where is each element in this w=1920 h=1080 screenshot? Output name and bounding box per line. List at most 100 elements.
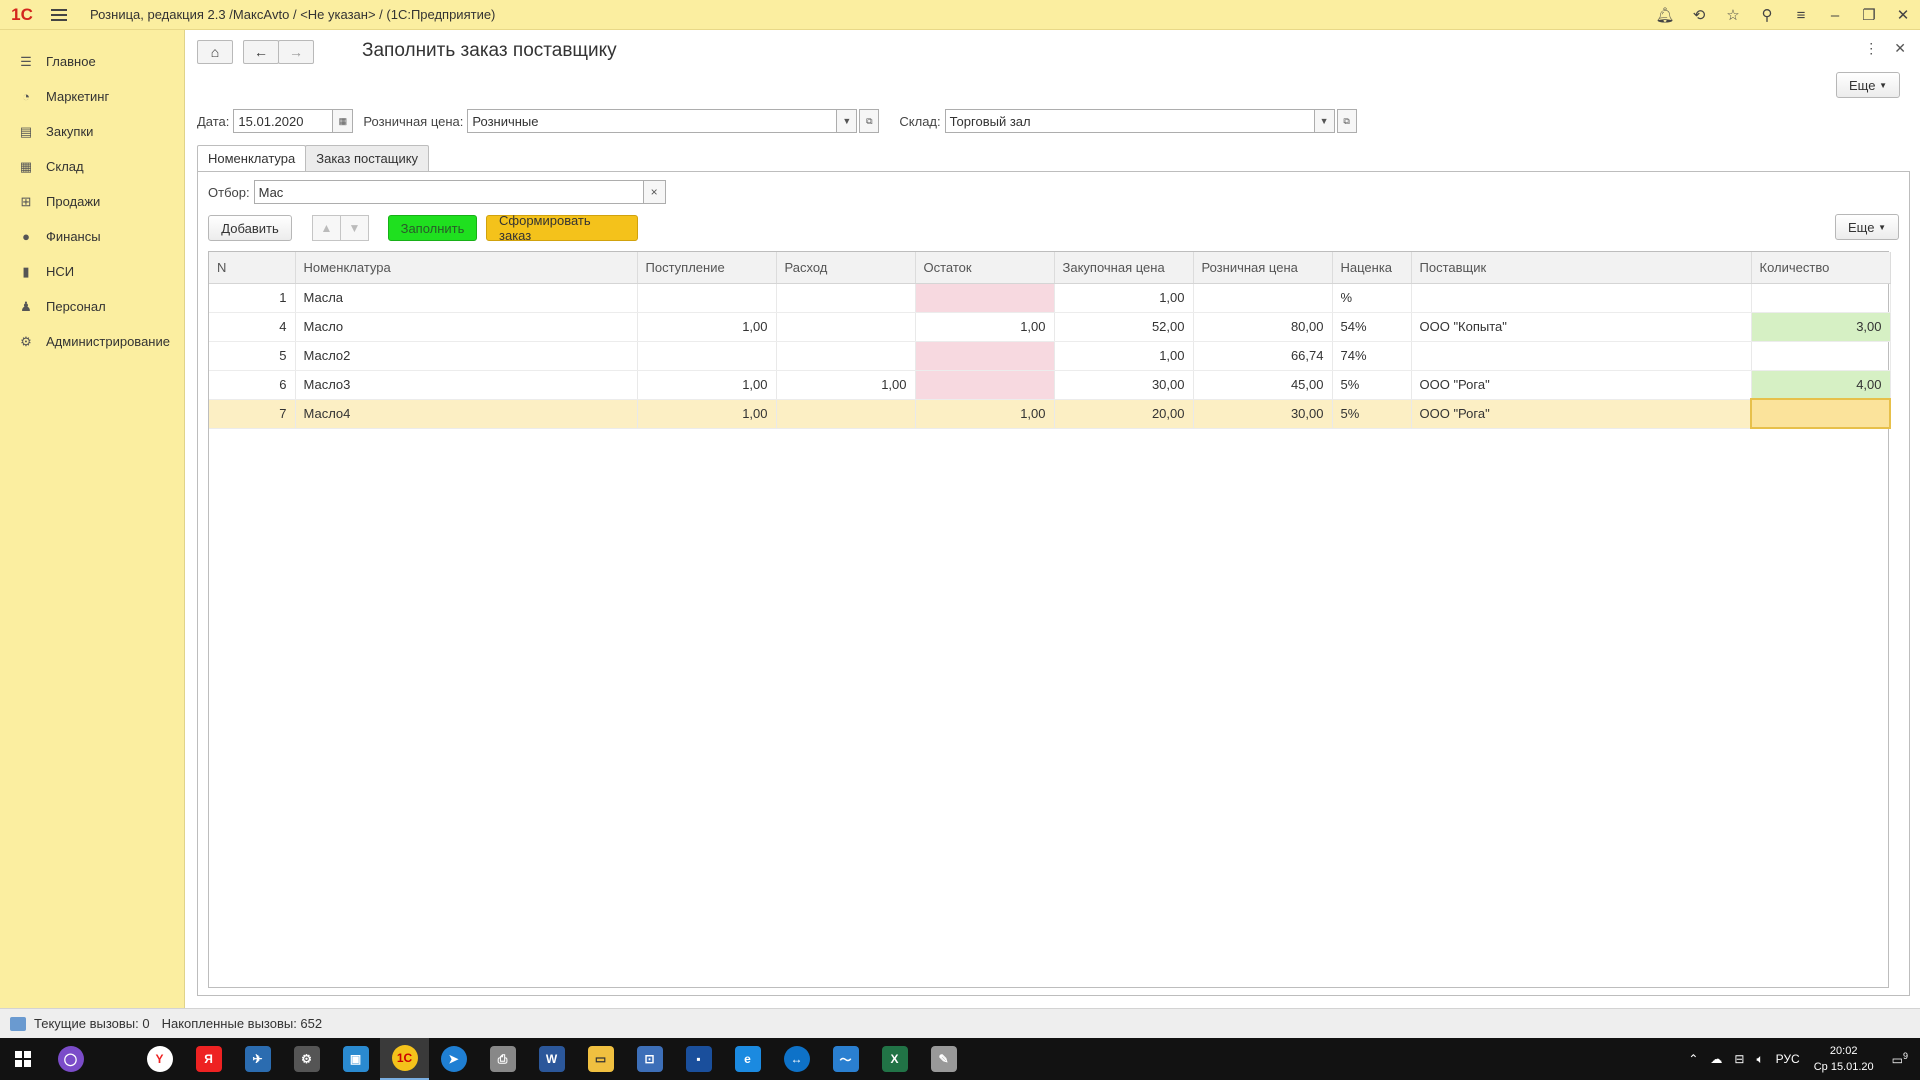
cell-n[interactable]: 7 xyxy=(209,399,296,429)
table-row[interactable]: 6 Масло3 1,00 1,00 30,00 45,00 5% ООО "Р… xyxy=(209,370,1891,400)
cell-out[interactable] xyxy=(776,283,916,313)
cell-rest[interactable] xyxy=(915,370,1055,400)
retail-price-field[interactable]: Розничные xyxy=(467,109,838,133)
taskbar-app[interactable]: ◯ xyxy=(46,1038,95,1080)
back-button[interactable]: ← xyxy=(243,40,279,64)
taskbar-app[interactable]: Я xyxy=(184,1038,233,1080)
sidebar-item-admin[interactable]: ⚙ Администрирование xyxy=(0,324,184,359)
cell-buy-price[interactable]: 30,00 xyxy=(1054,370,1194,400)
taskbar-app[interactable]: Y xyxy=(135,1038,184,1080)
column-header[interactable]: Розничная цена xyxy=(1193,252,1333,284)
notifications-button[interactable]: ▭9 xyxy=(1892,1051,1908,1067)
cell-buy-price[interactable]: 52,00 xyxy=(1054,312,1194,342)
cell-rest[interactable] xyxy=(915,283,1055,313)
table-row-selected[interactable]: 7 Масло4 1,00 1,00 20,00 30,00 5% ООО "Р… xyxy=(209,398,1891,429)
chevron-up-icon[interactable]: ⌃ xyxy=(1688,1052,1698,1066)
form-more-button[interactable]: Еще ▼ xyxy=(1836,72,1900,98)
cell-retail-price[interactable]: 30,00 xyxy=(1193,399,1333,429)
sidebar-item-warehouse[interactable]: ▦ Склад xyxy=(0,149,184,184)
cell-name[interactable]: Масло2 xyxy=(295,341,638,371)
network-icon[interactable]: ⊟ xyxy=(1734,1052,1744,1066)
sidebar-item-nsi[interactable]: ▮ НСИ xyxy=(0,254,184,289)
minimize-icon[interactable]: – xyxy=(1818,0,1852,30)
cell-out[interactable] xyxy=(776,312,916,342)
taskbar-app[interactable]: ▪ xyxy=(674,1038,723,1080)
sidebar-item-main[interactable]: ☰ Главное xyxy=(0,44,184,79)
retail-price-open[interactable]: ⧉ xyxy=(859,109,880,133)
retail-price-dropdown[interactable]: ▼ xyxy=(837,109,858,133)
cell-name[interactable]: Масло4 xyxy=(295,399,638,429)
column-header[interactable]: Наценка xyxy=(1332,252,1412,284)
calendar-button[interactable]: ▦ xyxy=(333,109,354,133)
cell-name[interactable]: Масло3 xyxy=(295,370,638,400)
filter-input[interactable]: Мас xyxy=(253,180,644,204)
cell-in[interactable]: 1,00 xyxy=(637,399,777,429)
bell-icon[interactable]: 🔔︎ xyxy=(1648,0,1682,30)
cell-in[interactable]: 1,00 xyxy=(637,370,777,400)
filter-clear-button[interactable]: × xyxy=(643,180,666,204)
star-icon[interactable]: ☆ xyxy=(1716,0,1750,30)
cell-buy-price[interactable]: 1,00 xyxy=(1054,341,1194,371)
date-field[interactable]: 15.01.2020 xyxy=(233,109,334,133)
cell-out[interactable] xyxy=(776,399,916,429)
cell-name[interactable]: Масла xyxy=(295,283,638,313)
taskbar-app[interactable]: ↔ xyxy=(772,1038,821,1080)
cell-supplier[interactable] xyxy=(1411,283,1752,313)
sidebar-item-marketing[interactable]: ◔ Маркетинг xyxy=(0,79,184,114)
cell-buy-price[interactable]: 1,00 xyxy=(1054,283,1194,313)
cell-qty[interactable]: 4,00 xyxy=(1751,370,1891,400)
cell-rest[interactable]: 1,00 xyxy=(915,312,1055,342)
cell-supplier[interactable]: ООО "Копыта" xyxy=(1411,312,1752,342)
taskbar-app[interactable]: ✈ xyxy=(233,1038,282,1080)
cell-in[interactable] xyxy=(637,341,777,371)
taskbar-app[interactable]: ✎ xyxy=(919,1038,968,1080)
taskbar-app[interactable]: e xyxy=(723,1038,772,1080)
move-up-button[interactable]: ▲ xyxy=(312,215,341,241)
taskbar-app[interactable]: ⎙ xyxy=(478,1038,527,1080)
cell-markup[interactable]: 5% xyxy=(1332,399,1412,429)
taskbar-app[interactable]: 〜 xyxy=(821,1038,870,1080)
cell-n[interactable]: 1 xyxy=(209,283,296,313)
cell-qty[interactable] xyxy=(1751,283,1891,313)
clock[interactable]: 20:02 Ср 15.01.20 xyxy=(1814,1043,1874,1075)
cell-rest[interactable]: 1,00 xyxy=(915,399,1055,429)
table-row[interactable]: 4 Масло 1,00 1,00 52,00 80,00 54% ООО "К… xyxy=(209,312,1891,342)
column-header[interactable]: Номенклатура xyxy=(295,252,638,284)
sidebar-item-finance[interactable]: ● Финансы xyxy=(0,219,184,254)
cell-retail-price[interactable]: 66,74 xyxy=(1193,341,1333,371)
column-header[interactable]: N xyxy=(209,252,296,284)
form-close-icon[interactable]: ✕ xyxy=(1894,40,1906,57)
sidebar-item-personnel[interactable]: ♟ Персонал xyxy=(0,289,184,324)
language-indicator[interactable]: РУС xyxy=(1776,1052,1800,1066)
cell-n[interactable]: 5 xyxy=(209,341,296,371)
nomenclature-table[interactable]: N Номенклатура Поступление Расход Остато… xyxy=(208,251,1891,988)
cell-qty[interactable] xyxy=(1751,341,1891,371)
cell-n[interactable]: 4 xyxy=(209,312,296,342)
table-row[interactable]: 1 Масла 1,00 % xyxy=(209,283,1891,313)
taskbar-app[interactable]: ▣ xyxy=(331,1038,380,1080)
main-menu-button[interactable] xyxy=(44,0,74,30)
tab-nomenclature[interactable]: Номенклатура xyxy=(197,145,307,172)
cell-retail-price[interactable]: 45,00 xyxy=(1193,370,1333,400)
start-button[interactable] xyxy=(0,1038,46,1080)
settings-menu-icon[interactable]: ≡ xyxy=(1784,0,1818,30)
taskbar-app[interactable]: ⊡ xyxy=(625,1038,674,1080)
taskbar-app[interactable]: ➤ xyxy=(429,1038,478,1080)
taskbar-app-1c[interactable]: 1С xyxy=(380,1038,429,1080)
forward-button[interactable]: → xyxy=(278,40,314,64)
cell-markup[interactable]: 5% xyxy=(1332,370,1412,400)
tab-supplier-order[interactable]: Заказ постащику xyxy=(305,145,430,172)
column-header[interactable]: Остаток xyxy=(915,252,1055,284)
cell-supplier[interactable] xyxy=(1411,341,1752,371)
close-icon[interactable]: ✕ xyxy=(1886,0,1920,30)
volume-icon[interactable]: 🔈︎ xyxy=(1756,1052,1763,1067)
move-down-button[interactable]: ▼ xyxy=(340,215,369,241)
cell-markup[interactable]: 74% xyxy=(1332,341,1412,371)
cell-supplier[interactable]: ООО "Рога" xyxy=(1411,370,1752,400)
cell-rest[interactable] xyxy=(915,341,1055,371)
sidebar-item-sales[interactable]: ⊞ Продажи xyxy=(0,184,184,219)
warehouse-field[interactable]: Торговый зал xyxy=(944,109,1315,133)
warehouse-dropdown[interactable]: ▼ xyxy=(1314,109,1335,133)
column-header[interactable]: Количество xyxy=(1751,252,1891,284)
cell-qty-active[interactable] xyxy=(1750,398,1891,429)
